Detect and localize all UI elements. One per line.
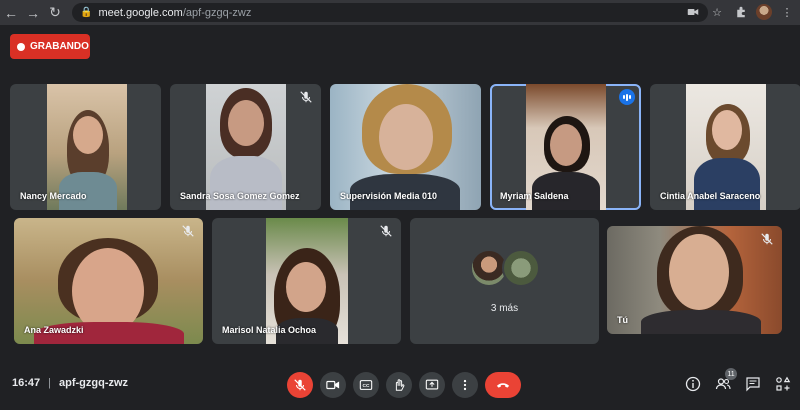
participant-name: Sandra Sosa Gomez Gomez <box>180 191 300 201</box>
leave-call-button[interactable] <box>485 372 521 398</box>
participant-tile-self[interactable]: Tú <box>607 226 782 334</box>
participant-name: Myriam Saldena <box>500 191 569 201</box>
participant-tile[interactable]: Ana Zawadzki <box>14 218 203 344</box>
meeting-time: 16:47 <box>12 377 41 389</box>
recording-badge: GRABANDO <box>10 34 90 59</box>
hangup-icon <box>496 383 510 388</box>
reload-icon[interactable]: ↻ <box>44 2 66 24</box>
participant-tile[interactable]: Sandra Sosa Gomez Gomez <box>170 84 321 210</box>
meeting-code: apf-gzgq-zwz <box>59 377 129 389</box>
camera-in-use-icon[interactable] <box>684 3 702 21</box>
mic-off-icon <box>294 379 306 391</box>
more-participants-label: 3 más <box>490 303 519 314</box>
participant-name: Supervisión Media 010 <box>340 191 438 201</box>
meeting-details-button[interactable] <box>684 375 702 393</box>
raise-hand-button[interactable] <box>386 372 412 398</box>
captions-button[interactable]: CC <box>353 372 379 398</box>
svg-text:CC: CC <box>363 383 370 389</box>
mic-off-icon <box>300 91 312 103</box>
meeting-controls-bar: 16:47 | apf-gzgq-zwz CC 11 <box>0 355 800 410</box>
extensions-icon[interactable] <box>732 3 750 21</box>
browser-toolbar: ← → ↻ 🔒 meet.google.com/apf-gzgq-zwz ☆ ⋮ <box>0 0 800 25</box>
menu-dots-icon[interactable]: ⋮ <box>778 3 796 21</box>
participant-tile[interactable]: Marisol Natalia Ochoa <box>212 218 401 344</box>
bookmark-star-icon[interactable]: ☆ <box>708 3 726 21</box>
microphone-toggle-button[interactable] <box>287 372 313 398</box>
participant-name: Nancy Mercado <box>20 191 87 201</box>
forward-icon[interactable]: → <box>22 2 44 24</box>
chat-button[interactable] <box>744 375 762 393</box>
url-path: /apf-gzgq-zwz <box>182 6 252 19</box>
address-bar[interactable]: 🔒 meet.google.com/apf-gzgq-zwz <box>72 3 708 22</box>
activities-icon <box>776 376 791 391</box>
participant-count-badge: 11 <box>725 368 737 380</box>
participant-name: Cintia Anabel Saraceno <box>660 191 761 201</box>
more-vert-icon <box>463 379 467 391</box>
profile-avatar[interactable] <box>756 4 772 20</box>
captions-icon: CC <box>359 380 373 390</box>
mic-off-icon <box>380 225 392 237</box>
participant-name: Ana Zawadzki <box>24 325 84 335</box>
url-host: meet.google.com <box>98 6 183 19</box>
more-options-button[interactable] <box>452 372 478 398</box>
present-screen-button[interactable] <box>419 372 445 398</box>
lock-icon: 🔒 <box>80 7 93 18</box>
mic-off-icon <box>761 233 773 245</box>
participant-avatar <box>502 249 540 287</box>
record-dot-icon <box>17 42 25 51</box>
participant-tile[interactable]: Nancy Mercado <box>10 84 161 210</box>
participant-tile-active-speaker[interactable]: Myriam Saldena <box>490 84 641 210</box>
recording-label: GRABANDO <box>30 41 89 52</box>
hand-icon <box>395 379 405 391</box>
more-participants-tile[interactable]: 3 más <box>410 218 599 344</box>
participant-name: Tú <box>617 315 628 325</box>
back-icon[interactable]: ← <box>0 2 22 24</box>
present-icon <box>425 379 439 390</box>
info-icon <box>685 376 701 392</box>
camera-icon <box>326 380 340 390</box>
participant-tile[interactable]: Supervisión Media 010 <box>330 84 481 210</box>
meeting-info: 16:47 | apf-gzgq-zwz <box>12 377 128 389</box>
chat-icon <box>746 377 760 392</box>
activities-button[interactable] <box>774 375 792 393</box>
participant-name: Marisol Natalia Ochoa <box>222 325 317 335</box>
speaking-indicator-icon <box>619 89 635 105</box>
mic-off-icon <box>182 225 194 237</box>
participant-tile[interactable]: Cintia Anabel Saraceno <box>650 84 800 210</box>
divider: | <box>48 377 51 389</box>
self-video <box>607 226 782 334</box>
camera-toggle-button[interactable] <box>320 372 346 398</box>
